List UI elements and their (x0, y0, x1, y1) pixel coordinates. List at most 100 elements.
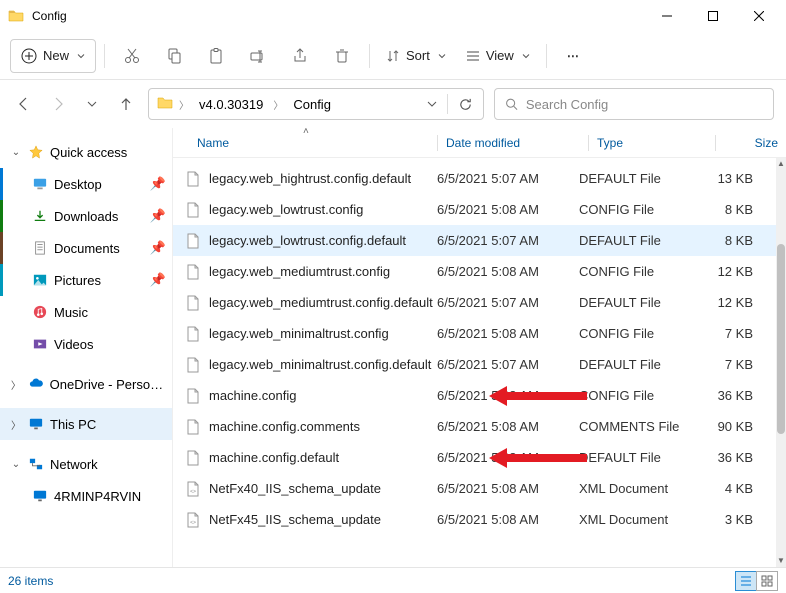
sidebar-item-this-pc[interactable]: 〉 This PC (0, 408, 172, 440)
table-row[interactable]: legacy.web_mediumtrust.config.default6/5… (173, 287, 776, 318)
chevron-down-icon[interactable] (427, 99, 437, 109)
more-button[interactable]: ⋯ (555, 39, 593, 73)
column-header-name[interactable]: Name (185, 136, 437, 150)
table-row[interactable]: <>NetFx45_IIS_schema_update6/5/2021 5:08… (173, 504, 776, 535)
chevron-down-icon[interactable]: ⌄ (10, 459, 22, 470)
videos-icon (32, 336, 48, 352)
sort-button[interactable]: Sort (378, 39, 454, 73)
scrollbar[interactable]: ▲ ▼ (776, 158, 786, 567)
file-icon: <> (185, 481, 201, 497)
paste-button[interactable] (197, 39, 235, 73)
separator (0, 440, 172, 448)
table-row[interactable]: legacy.web_minimaltrust.config.default 6/… (173, 349, 776, 380)
sidebar-item-pictures[interactable]: Pictures 📌 (0, 264, 172, 296)
column-header-size[interactable]: Size (724, 136, 786, 150)
sidebar-label: 4RMINP4RVIN (54, 489, 141, 504)
file-type: DEFAULT File (579, 357, 697, 372)
sidebar-item-network-pc[interactable]: 4RMINP4RVIN (0, 480, 172, 512)
file-name: legacy.web_minimaltrust.config.default (209, 357, 431, 372)
chevron-down-icon (522, 52, 530, 60)
column-header-type[interactable]: Type (597, 136, 715, 150)
rename-button[interactable] (239, 39, 277, 73)
table-row[interactable]: legacy.web_lowtrust.config6/5/2021 5:08 … (173, 194, 776, 225)
recent-button[interactable] (80, 92, 104, 116)
scrollbar-thumb[interactable] (777, 244, 785, 434)
share-button[interactable] (281, 39, 319, 73)
file-name: machine.config.default (209, 450, 339, 465)
file-type: DEFAULT File (579, 450, 697, 465)
back-button[interactable] (12, 92, 36, 116)
separator (369, 44, 370, 68)
folder-icon (8, 8, 24, 24)
forward-button[interactable] (46, 92, 70, 116)
pin-icon: 📌 (150, 272, 166, 288)
file-name: legacy.web_hightrust.config.default (209, 171, 411, 186)
chevron-right-icon[interactable]: 〉 (179, 97, 189, 112)
scroll-down-icon[interactable]: ▼ (776, 555, 786, 567)
file-type: CONFIG File (579, 264, 697, 279)
details-view-button[interactable] (735, 571, 757, 591)
sidebar-item-onedrive[interactable]: 〉 OneDrive - Personal (0, 368, 172, 400)
star-icon (28, 144, 44, 160)
column-header-date[interactable]: Date modified (446, 136, 588, 150)
sidebar-item-downloads[interactable]: Downloads 📌 (0, 200, 172, 232)
view-button[interactable]: View (458, 39, 538, 73)
file-name: NetFx45_IIS_schema_update (209, 512, 381, 527)
sidebar-item-desktop[interactable]: Desktop 📌 (0, 168, 172, 200)
copy-button[interactable] (155, 39, 193, 73)
close-button[interactable] (736, 0, 782, 32)
sidebar-item-music[interactable]: Music (0, 296, 172, 328)
search-input[interactable] (526, 97, 763, 112)
table-row[interactable]: legacy.web_minimaltrust.config6/5/2021 5… (173, 318, 776, 349)
new-button[interactable]: New (10, 39, 96, 73)
chevron-right-icon[interactable]: 〉 (273, 97, 283, 112)
downloads-icon (32, 208, 48, 224)
view-label: View (486, 48, 514, 63)
table-row[interactable]: legacy.web_hightrust.config.default 6/5/2… (173, 163, 776, 194)
file-date: 6/5/2021 5:08 AM (437, 481, 579, 496)
file-name: legacy.web_lowtrust.config (209, 202, 363, 217)
table-row[interactable]: machine.config.comments6/5/2021 5:08 AMC… (173, 411, 776, 442)
titlebar: Config (0, 0, 786, 32)
table-row[interactable]: legacy.web_lowtrust.config.default6/5/20… (173, 225, 776, 256)
color-bar (0, 200, 3, 232)
file-icon (185, 202, 201, 218)
breadcrumb[interactable]: v4.0.30319 (195, 95, 267, 114)
sidebar-item-documents[interactable]: Documents 📌 (0, 232, 172, 264)
file-name: legacy.web_mediumtrust.config (209, 264, 390, 279)
breadcrumb[interactable]: Config (289, 95, 335, 114)
chevron-right-icon[interactable]: 〉 (10, 417, 22, 432)
file-date: 6/5/2021 5:08 AM (437, 419, 579, 434)
delete-button[interactable] (323, 39, 361, 73)
up-button[interactable] (114, 92, 138, 116)
file-date: 6/5/2021 5:07 AM (437, 171, 579, 186)
sidebar-item-network[interactable]: ⌄ Network (0, 448, 172, 480)
thumbnail-view-button[interactable] (756, 571, 778, 591)
monitor-icon (32, 488, 48, 504)
file-name: machine.config (209, 388, 296, 403)
maximize-button[interactable] (690, 0, 736, 32)
cut-button[interactable] (113, 39, 151, 73)
file-size: 4 KB (697, 481, 759, 496)
chevron-down-icon[interactable]: ⌄ (10, 147, 22, 158)
table-row[interactable]: machine.config.default6/5/2021 5:08 AMDE… (173, 442, 776, 473)
separator (447, 94, 448, 114)
table-row[interactable]: legacy.web_mediumtrust.config6/5/2021 5:… (173, 256, 776, 287)
sidebar-label: Pictures (54, 273, 101, 288)
file-type: XML Document (579, 512, 697, 527)
minimize-button[interactable] (644, 0, 690, 32)
address-bar[interactable]: 〉 v4.0.30319 〉 Config (148, 88, 484, 120)
table-row[interactable]: <>NetFx40_IIS_schema_update6/5/2021 5:08… (173, 473, 776, 504)
file-date: 6/5/2021 5:07 AM (437, 357, 579, 372)
sidebar-item-videos[interactable]: Videos (0, 328, 172, 360)
file-type: COMMENTS File (579, 419, 697, 434)
table-row[interactable]: machine.config6/5/2021 5:08 AMCONFIG Fil… (173, 380, 776, 411)
chevron-right-icon[interactable]: 〉 (10, 377, 22, 392)
sidebar-label: Videos (54, 337, 94, 352)
scroll-up-icon[interactable]: ▲ (776, 158, 786, 170)
sidebar-item-quick-access[interactable]: ⌄ Quick access (0, 136, 172, 168)
item-count: 26 items (8, 574, 53, 588)
file-icon (185, 357, 201, 373)
search-box[interactable] (494, 88, 774, 120)
refresh-icon[interactable] (458, 97, 473, 112)
